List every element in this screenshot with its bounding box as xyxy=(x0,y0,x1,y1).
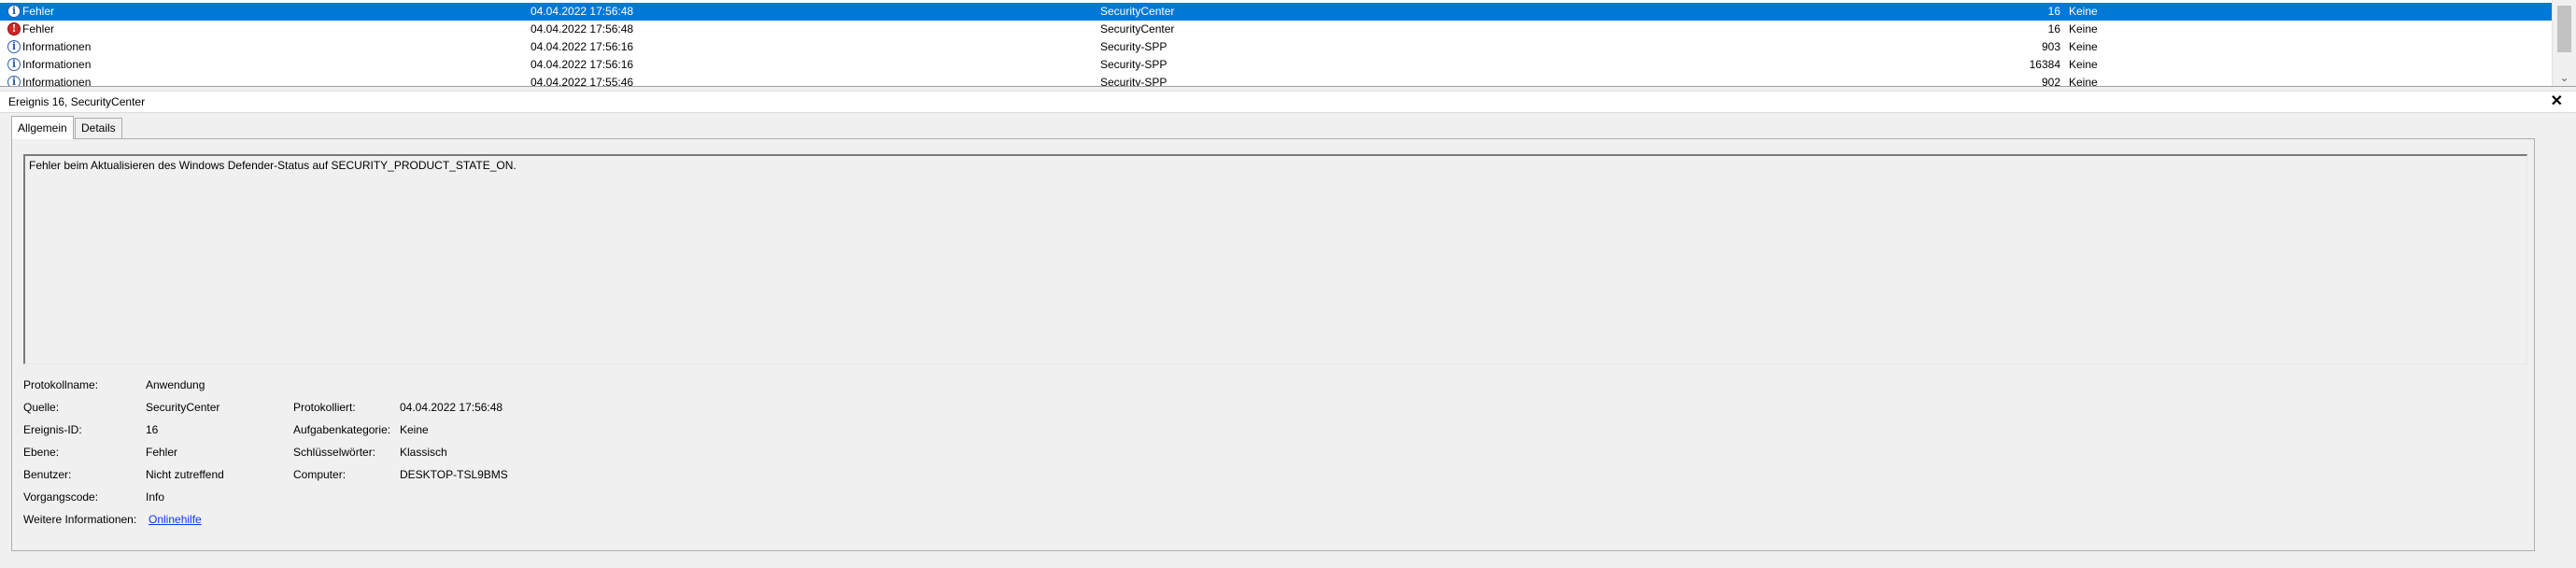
event-level: Informationen xyxy=(22,58,92,71)
logged-value: 04.04.2022 17:56:48 xyxy=(400,401,503,414)
event-row[interactable]: i Informationen 04.04.2022 17:56:16 Secu… xyxy=(0,38,2552,56)
log-name-label: Protokollname: xyxy=(23,378,99,391)
chevron-down-icon[interactable]: ⌄ xyxy=(2553,71,2576,84)
opcode-value: Info xyxy=(146,490,165,504)
event-id-label: Ereignis-ID: xyxy=(23,423,82,436)
event-category: Keine xyxy=(2069,22,2098,36)
event-id: 16 xyxy=(2047,5,2060,18)
keywords-label: Schlüsselwörter: xyxy=(293,446,376,459)
online-help-link[interactable]: Onlinehilfe xyxy=(149,513,202,526)
event-id-value: 16 xyxy=(146,423,159,436)
close-icon[interactable]: ✕ xyxy=(2551,92,2563,112)
log-name-value: Anwendung xyxy=(146,378,205,391)
event-date: 04.04.2022 17:56:48 xyxy=(531,22,634,36)
event-category: Keine xyxy=(2069,58,2098,71)
level-label: Ebene: xyxy=(23,446,60,459)
event-id: 902 xyxy=(2041,76,2060,87)
event-row[interactable]: i Informationen 04.04.2022 17:56:16 Secu… xyxy=(0,56,2552,74)
event-date: 04.04.2022 17:56:16 xyxy=(531,40,634,53)
user-value: Nicht zutreffend xyxy=(146,468,224,481)
keywords-value: Klassisch xyxy=(400,446,447,459)
event-source: Security-SPP xyxy=(1100,58,1168,71)
event-message-box[interactable]: Fehler beim Aktualisieren des Windows De… xyxy=(23,154,2527,364)
info-icon: i xyxy=(7,76,21,86)
event-message: Fehler beim Aktualisieren des Windows De… xyxy=(29,159,517,172)
event-row[interactable]: ! Fehler 04.04.2022 17:56:48 SecurityCen… xyxy=(0,21,2552,38)
event-id: 16 xyxy=(2047,22,2060,36)
window-bottom-border xyxy=(0,559,2576,568)
task-category-label: Aufgabenkategorie: xyxy=(293,423,391,436)
event-category: Keine xyxy=(2069,40,2098,53)
tab-details[interactable]: Details xyxy=(75,118,122,138)
logged-label: Protokolliert: xyxy=(293,401,356,414)
computer-value: DESKTOP-TSL9BMS xyxy=(400,468,508,481)
event-source: Security-SPP xyxy=(1100,76,1168,87)
user-label: Benutzer: xyxy=(23,468,72,481)
event-list-scrollbar[interactable]: ⌄ xyxy=(2552,0,2576,86)
event-source: SecurityCenter xyxy=(1100,5,1175,18)
event-id: 903 xyxy=(2041,40,2060,53)
event-date: 04.04.2022 17:56:48 xyxy=(531,5,634,18)
scrollbar-thumb[interactable] xyxy=(2557,6,2571,52)
computer-label: Computer: xyxy=(293,468,347,481)
event-level: Informationen xyxy=(22,76,92,87)
tab-general[interactable]: Allgemein xyxy=(11,116,74,139)
info-icon: i xyxy=(7,40,21,53)
event-detail-header: Ereignis 16, SecurityCenter ✕ xyxy=(0,91,2576,113)
level-value: Fehler xyxy=(146,446,178,459)
event-row-selected[interactable]: i Fehler 04.04.2022 17:56:48 SecurityCen… xyxy=(0,3,2552,21)
event-row[interactable]: i Informationen 04.04.2022 17:55:46 Secu… xyxy=(0,74,2552,87)
event-level: Fehler xyxy=(22,22,55,36)
event-source: Security-SPP xyxy=(1100,40,1168,53)
event-category: Keine xyxy=(2069,76,2098,87)
source-label: Quelle: xyxy=(23,401,60,414)
event-level: Informationen xyxy=(22,40,92,53)
info-icon: i xyxy=(7,5,21,18)
event-date: 04.04.2022 17:56:16 xyxy=(531,58,634,71)
event-source: SecurityCenter xyxy=(1100,22,1175,36)
event-list[interactable]: i Fehler 04.04.2022 17:56:48 SecurityCen… xyxy=(0,0,2576,87)
opcode-label: Vorgangscode: xyxy=(23,490,99,504)
event-id: 16384 xyxy=(2029,58,2060,71)
error-icon: ! xyxy=(7,22,21,36)
general-tab-panel: Fehler beim Aktualisieren des Windows De… xyxy=(11,138,2535,551)
more-info-label: Weitere Informationen: xyxy=(23,513,137,526)
event-category: Keine xyxy=(2069,5,2098,18)
event-date: 04.04.2022 17:55:46 xyxy=(531,76,634,87)
task-category-value: Keine xyxy=(400,423,429,436)
source-value: SecurityCenter xyxy=(146,401,220,414)
event-level: Fehler xyxy=(22,5,55,18)
event-detail-title: Ereignis 16, SecurityCenter xyxy=(8,95,146,108)
info-icon: i xyxy=(7,58,21,71)
